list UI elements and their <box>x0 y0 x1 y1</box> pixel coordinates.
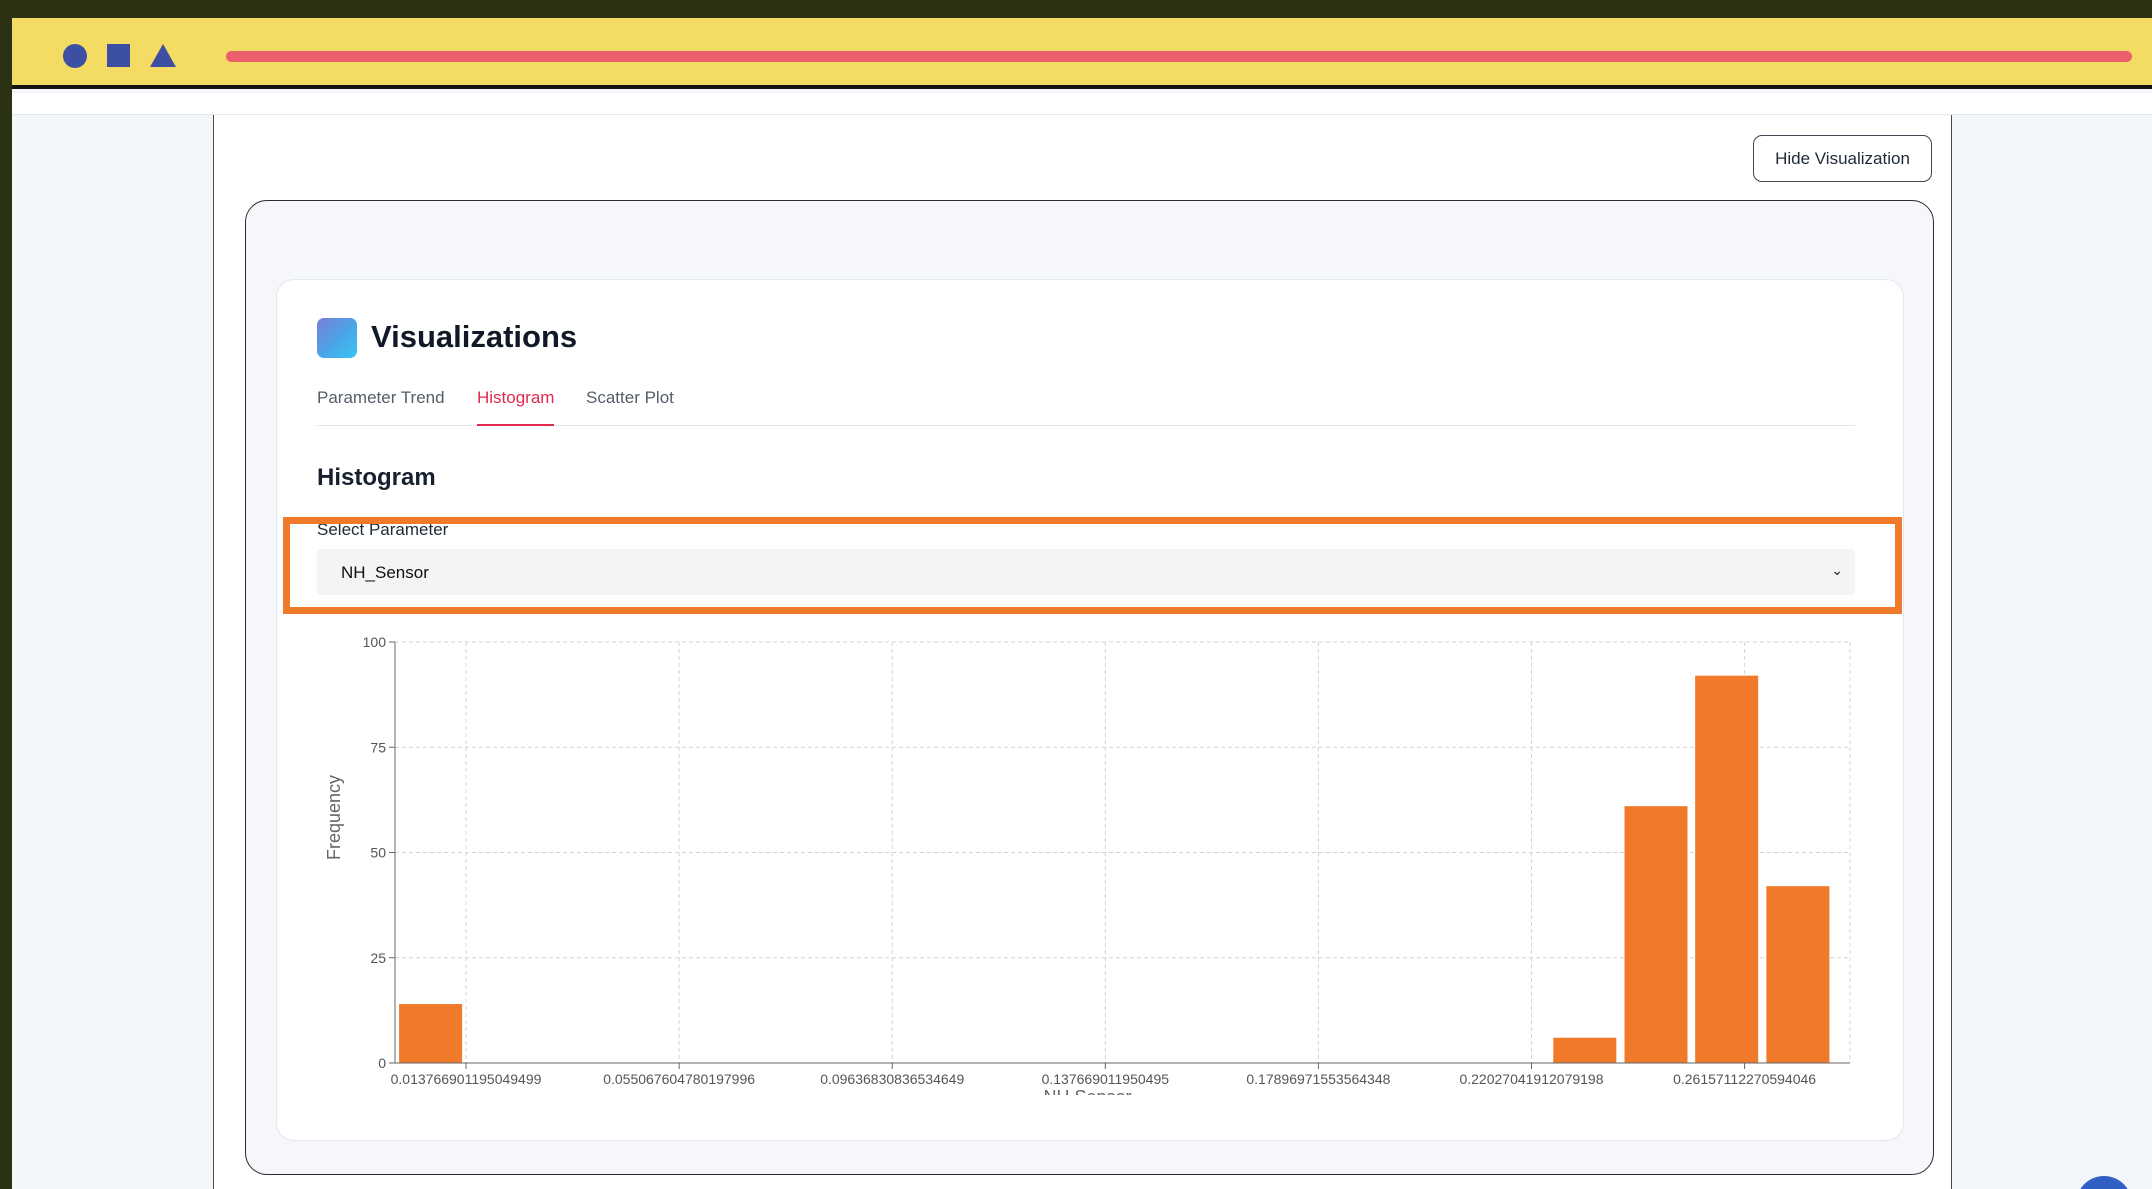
visualization-container: Visualizations Parameter Trend Histogram… <box>245 200 1934 1175</box>
x-tick-label: 0.09636830836534649 <box>820 1071 964 1087</box>
browser-chrome <box>12 18 2152 89</box>
histogram-bar <box>1553 1037 1617 1063</box>
histogram-bar <box>1766 886 1830 1063</box>
x-tick-label: 0.17896971553564348 <box>1246 1071 1390 1087</box>
hide-visualization-button[interactable]: Hide Visualization <box>1753 135 1932 182</box>
tab-scatter-plot[interactable]: Scatter Plot <box>586 388 674 426</box>
histogram-bar <box>1695 675 1759 1063</box>
y-tick-label: 50 <box>370 845 386 861</box>
x-axis-label: NH Sensor <box>1043 1087 1131 1095</box>
histogram-bar <box>1624 806 1688 1063</box>
histogram-chart: 0 25 50 75 100 0.013766901195049499 0.05506760… <box>324 634 1851 1095</box>
y-tick-label: 75 <box>370 739 386 755</box>
section-title: Histogram <box>317 464 436 491</box>
y-axis-label: Frequency <box>324 775 344 860</box>
scroll-top-button[interactable] <box>2076 1176 2132 1189</box>
card-title: Visualizations <box>371 319 578 354</box>
tab-parameter-trend[interactable]: Parameter Trend <box>317 388 445 426</box>
x-tick-label: 0.013766901195049499 <box>391 1071 542 1087</box>
triangle-icon <box>150 44 176 67</box>
page-content: Hide Visualization Visualizations Parame… <box>213 115 1952 1189</box>
highlight-box <box>283 517 1902 614</box>
histogram-bar <box>399 1004 463 1063</box>
x-tick-label: 0.137669011950495 <box>1042 1071 1170 1087</box>
y-tick-label: 0 <box>378 1055 386 1071</box>
x-tick-label: 0.055067604780197996 <box>603 1071 755 1087</box>
y-tick-label: 25 <box>370 950 386 966</box>
tab-bar: Parameter Trend Histogram Scatter Plot <box>317 388 1855 426</box>
tab-histogram[interactable]: Histogram <box>477 388 555 426</box>
address-bar[interactable] <box>226 51 2132 62</box>
x-tick-label: 0.22027041912079198 <box>1459 1071 1603 1087</box>
y-tick-label: 100 <box>363 634 387 650</box>
top-strip <box>12 93 2152 115</box>
x-tick-label: 0.26157112270594046 <box>1673 1071 1816 1087</box>
visualizations-icon <box>317 318 357 358</box>
visualizations-card: Visualizations Parameter Trend Histogram… <box>276 279 1904 1141</box>
circle-icon <box>63 44 87 68</box>
browser-frame: Hide Visualization Visualizations Parame… <box>12 18 2152 1189</box>
square-icon <box>107 44 130 67</box>
